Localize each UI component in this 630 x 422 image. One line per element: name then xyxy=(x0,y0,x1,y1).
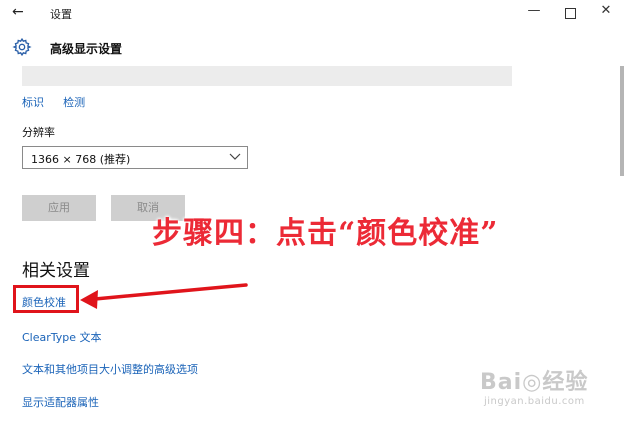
minimize-button[interactable]: — xyxy=(516,3,552,25)
advanced-sizing-link[interactable]: 文本和其他项目大小调整的高级选项 xyxy=(22,361,198,377)
gear-icon xyxy=(12,37,32,57)
watermark-url: jingyan.baidu.com xyxy=(484,396,585,407)
title-bar: ← 设置 — ✕ xyxy=(0,0,630,28)
resolution-label: 分辨率 xyxy=(22,126,55,139)
scrollbar[interactable] xyxy=(620,66,624,422)
page-title: 高级显示设置 xyxy=(50,42,123,56)
cleartype-text-link[interactable]: ClearType 文本 xyxy=(22,329,102,345)
related-settings-heading: 相关设置 xyxy=(22,261,90,281)
detect-link[interactable]: 检测 xyxy=(63,96,85,109)
display-preview-area xyxy=(22,66,512,86)
close-button[interactable]: ✕ xyxy=(588,3,624,25)
baidu-watermark: Bai◎经验 jingyan.baidu.com xyxy=(480,364,620,416)
resolution-dropdown[interactable]: 1366 × 768 (推荐) xyxy=(22,146,248,169)
chevron-down-icon xyxy=(229,153,241,160)
step-annotation: 步骤四：点击“颜色校准” xyxy=(152,216,499,251)
scrollbar-thumb[interactable] xyxy=(620,66,624,176)
identify-link[interactable]: 标识 xyxy=(22,96,44,109)
maximize-icon xyxy=(564,8,576,19)
display-adapter-properties-link[interactable]: 显示适配器属性 xyxy=(22,394,99,410)
highlight-box xyxy=(13,285,79,313)
window-title: 设置 xyxy=(50,8,72,21)
apply-button[interactable]: 应用 xyxy=(22,195,96,221)
back-arrow-icon[interactable]: ← xyxy=(12,4,24,20)
resolution-value: 1366 × 768 (推荐) xyxy=(31,153,131,166)
identify-detect-links: 标识 检测 xyxy=(22,91,99,110)
watermark-logo-text: Bai◎经验 xyxy=(480,370,589,395)
page-header: 高级显示设置 xyxy=(0,28,630,66)
maximize-button[interactable] xyxy=(552,3,588,25)
